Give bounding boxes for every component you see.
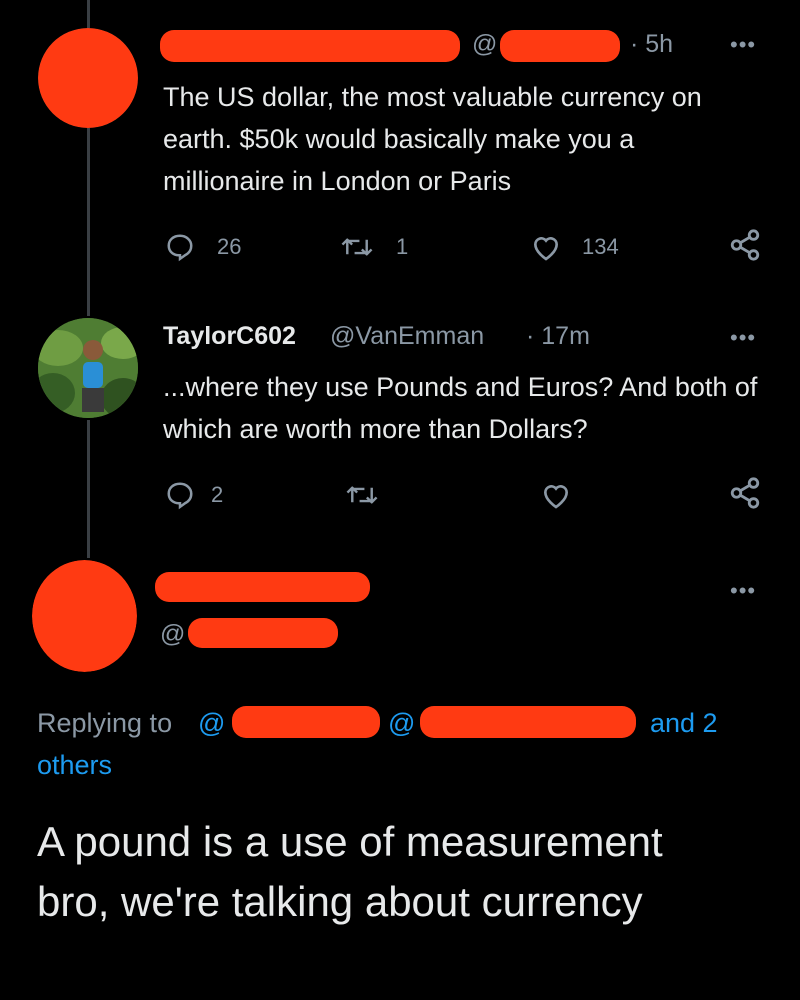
like-icon xyxy=(530,232,562,262)
mention-link[interactable]: @ xyxy=(198,702,225,744)
avatar[interactable] xyxy=(38,28,138,128)
redaction xyxy=(420,706,636,738)
like-icon xyxy=(540,480,572,510)
redaction xyxy=(232,706,380,738)
share-button[interactable] xyxy=(728,476,762,510)
reply-icon xyxy=(165,232,195,262)
reply-button[interactable]: 26 xyxy=(165,232,241,262)
retweet-icon xyxy=(345,480,379,510)
redaction xyxy=(500,30,620,62)
handle[interactable]: @VanEmman xyxy=(330,322,484,351)
share-icon xyxy=(728,476,762,510)
and-others-link[interactable]: and 2 xyxy=(650,702,718,744)
replying-label: Replying to xyxy=(37,708,173,738)
redaction xyxy=(155,572,370,602)
redaction xyxy=(32,560,137,672)
retweet-icon xyxy=(340,232,374,262)
reply-count: 2 xyxy=(211,482,224,507)
others-link[interactable]: others xyxy=(37,744,112,786)
timestamp[interactable]: · 17m xyxy=(526,322,590,351)
timestamp[interactable]: · 5h xyxy=(630,30,673,59)
more-icon[interactable]: ••• xyxy=(730,32,756,58)
like-button[interactable] xyxy=(540,480,572,510)
retweet-button[interactable]: 1 xyxy=(340,232,408,262)
thread-line-2 xyxy=(87,420,90,558)
thread-line-1 xyxy=(87,128,90,316)
reply-button[interactable]: 2 xyxy=(165,480,223,510)
share-button[interactable] xyxy=(728,228,762,262)
mention-link[interactable]: @ xyxy=(388,702,415,744)
redaction xyxy=(38,28,138,128)
retweet-count: 1 xyxy=(396,234,409,259)
redaction xyxy=(188,618,338,648)
more-icon[interactable]: ••• xyxy=(730,325,756,351)
retweet-button[interactable] xyxy=(345,480,379,510)
replying-to: Replying to xyxy=(37,702,172,744)
main-tweet-text: A pound is a use of measurement bro, we'… xyxy=(37,818,663,925)
avatar[interactable] xyxy=(38,318,138,418)
redaction xyxy=(160,30,460,62)
display-name[interactable]: TaylorC602 xyxy=(163,322,296,351)
profile-photo xyxy=(38,318,138,418)
reply-icon xyxy=(165,480,195,510)
thread-line-top xyxy=(87,0,90,28)
more-icon[interactable]: ••• xyxy=(730,578,756,604)
share-icon xyxy=(728,228,762,262)
reply-count: 26 xyxy=(217,234,242,259)
like-button[interactable]: 134 xyxy=(530,232,619,262)
handle[interactable]: @ xyxy=(472,30,497,59)
tweet-text: The US dollar, the most valuable currenc… xyxy=(163,82,702,196)
tweet-text: ...where they use Pounds and Euros? And … xyxy=(163,372,758,444)
avatar[interactable] xyxy=(32,560,137,672)
handle[interactable]: @ xyxy=(160,620,185,649)
like-count: 134 xyxy=(582,234,619,259)
